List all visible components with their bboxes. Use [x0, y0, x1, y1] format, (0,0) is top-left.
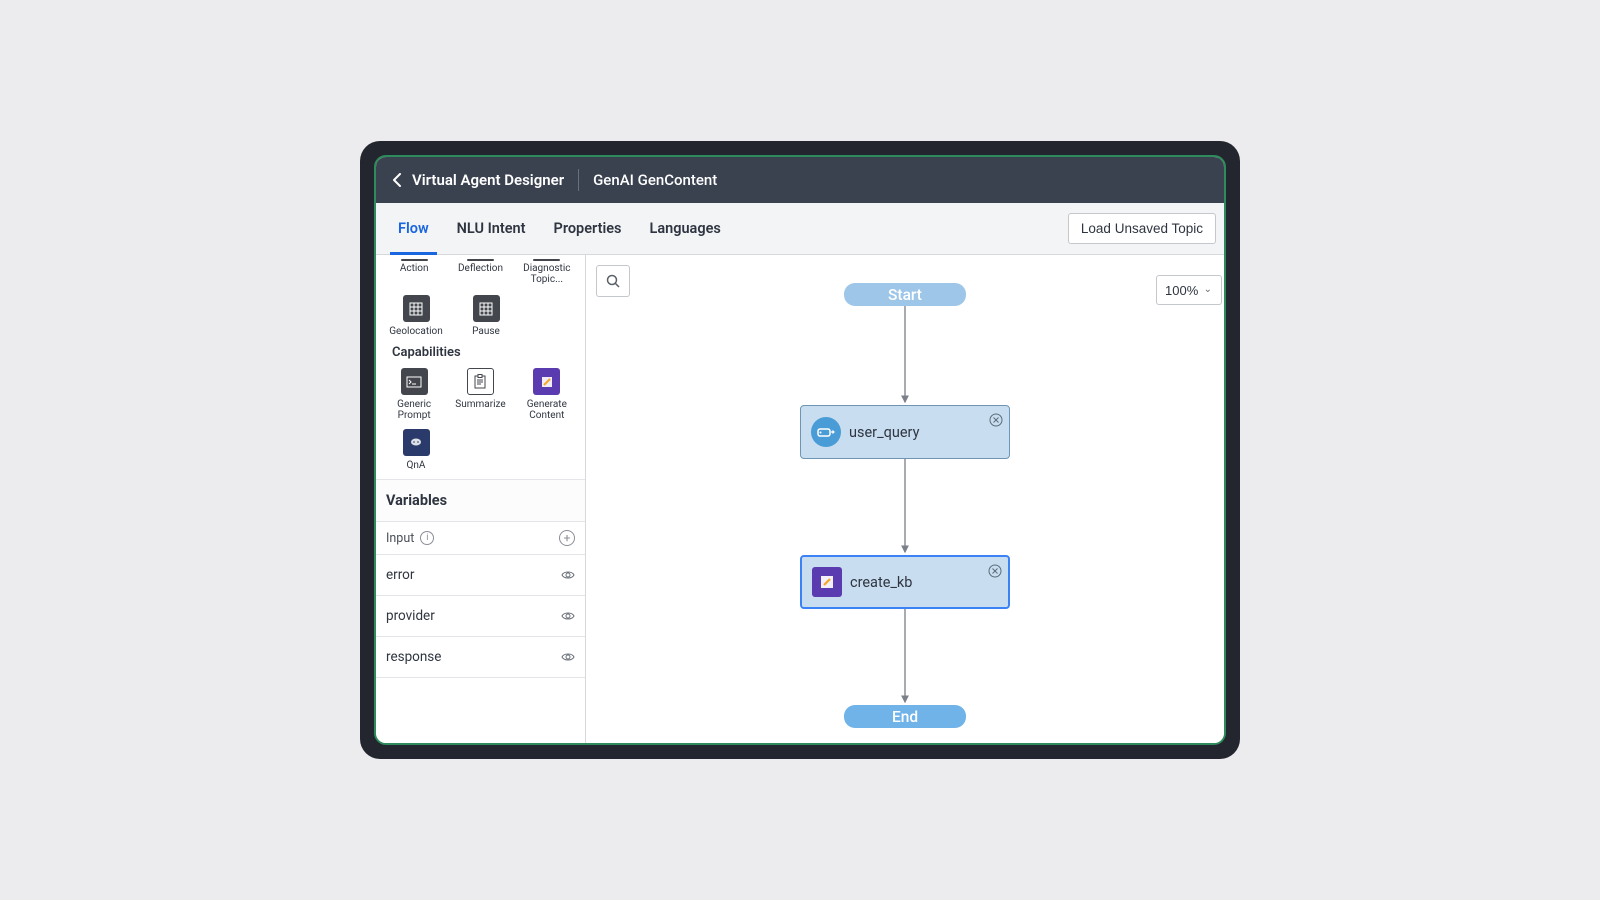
eye-icon[interactable] — [561, 609, 575, 623]
input-node-icon — [811, 417, 841, 447]
delete-node-icon[interactable] — [989, 412, 1003, 426]
tab-languages[interactable]: Languages — [635, 203, 734, 255]
palette-label: Generic Prompt — [382, 399, 446, 421]
eye-icon[interactable] — [561, 568, 575, 582]
flow-node-user-query[interactable]: user_query — [800, 405, 1010, 459]
clipboard-icon — [467, 368, 494, 395]
palette-label: Summarize — [455, 399, 505, 410]
palette-item-action[interactable]: Action — [382, 259, 446, 285]
prompt-icon — [401, 368, 428, 395]
delete-node-icon[interactable] — [988, 563, 1002, 577]
grid-icon — [473, 295, 500, 322]
grid-icon — [403, 295, 430, 322]
palette: Action Deflection Diagnostic Topic... — [376, 255, 585, 479]
search-button[interactable] — [596, 265, 630, 297]
app-window: Virtual Agent Designer GenAI GenContent … — [374, 155, 1226, 745]
palette-item-qna[interactable]: QnA — [382, 429, 450, 471]
qna-icon — [403, 429, 430, 456]
search-icon — [606, 274, 620, 288]
variable-row-error[interactable]: error — [376, 555, 585, 596]
start-node[interactable]: Start — [844, 283, 966, 306]
generate-content-node-icon — [812, 567, 842, 597]
load-unsaved-topic-button[interactable]: Load Unsaved Topic — [1068, 213, 1216, 244]
palette-label: QnA — [407, 460, 426, 471]
generate-content-icon — [533, 368, 560, 395]
palette-item-generic-prompt[interactable]: Generic Prompt — [382, 368, 446, 421]
palette-label: Action — [400, 263, 429, 274]
zoom-select[interactable]: 100% — [1156, 275, 1222, 305]
content-area: Action Deflection Diagnostic Topic... — [376, 255, 1224, 743]
palette-label: Geolocation — [389, 326, 443, 337]
flow-connectors — [586, 255, 1224, 743]
add-variable-button[interactable]: + — [559, 530, 575, 546]
palette-item-diagnostic-topic[interactable]: Diagnostic Topic... — [515, 259, 579, 285]
variable-row-response[interactable]: response — [376, 637, 585, 678]
variable-row-provider[interactable]: provider — [376, 596, 585, 637]
variable-name: response — [386, 649, 441, 665]
variable-name: error — [386, 567, 414, 583]
palette-item-geolocation[interactable]: Geolocation — [382, 295, 450, 337]
palette-item-pause[interactable]: Pause — [452, 295, 520, 337]
capabilities-section-label: Capabilities — [382, 337, 579, 368]
palette-label: Deflection — [458, 263, 503, 274]
palette-item-generate-content[interactable]: Generate Content — [515, 368, 579, 421]
variable-name: provider — [386, 608, 435, 624]
tab-nlu-intent[interactable]: NLU Intent — [443, 203, 540, 255]
palette-item-summarize[interactable]: Summarize — [448, 368, 512, 421]
palette-label: Pause — [472, 326, 500, 337]
header-divider — [578, 169, 579, 191]
tabs-bar: Flow NLU Intent Properties Languages Loa… — [376, 203, 1224, 255]
back-chevron-icon[interactable] — [386, 169, 408, 191]
end-node[interactable]: End — [844, 705, 966, 728]
eye-icon[interactable] — [561, 650, 575, 664]
node-label: create_kb — [850, 574, 912, 591]
header-subtitle: GenAI GenContent — [593, 171, 717, 189]
tab-flow[interactable]: Flow — [384, 203, 443, 255]
app-header: Virtual Agent Designer GenAI GenContent — [376, 157, 1224, 203]
tab-properties[interactable]: Properties — [540, 203, 636, 255]
info-icon[interactable]: i — [420, 531, 434, 545]
variables-heading: Variables — [376, 479, 585, 522]
palette-label: Generate Content — [515, 399, 579, 421]
input-variables-header: Input i + — [376, 522, 585, 555]
palette-label: Diagnostic Topic... — [515, 263, 579, 285]
header-title[interactable]: Virtual Agent Designer — [412, 171, 564, 189]
palette-item-deflection[interactable]: Deflection — [448, 259, 512, 285]
flow-node-create-kb[interactable]: create_kb — [800, 555, 1010, 609]
outer-frame: Virtual Agent Designer GenAI GenContent … — [360, 141, 1240, 759]
node-label: user_query — [849, 424, 919, 441]
sidebar: Action Deflection Diagnostic Topic... — [376, 255, 586, 743]
flow-canvas[interactable]: 100% ⌄ Start — [586, 255, 1224, 743]
input-label: Input — [386, 531, 414, 546]
